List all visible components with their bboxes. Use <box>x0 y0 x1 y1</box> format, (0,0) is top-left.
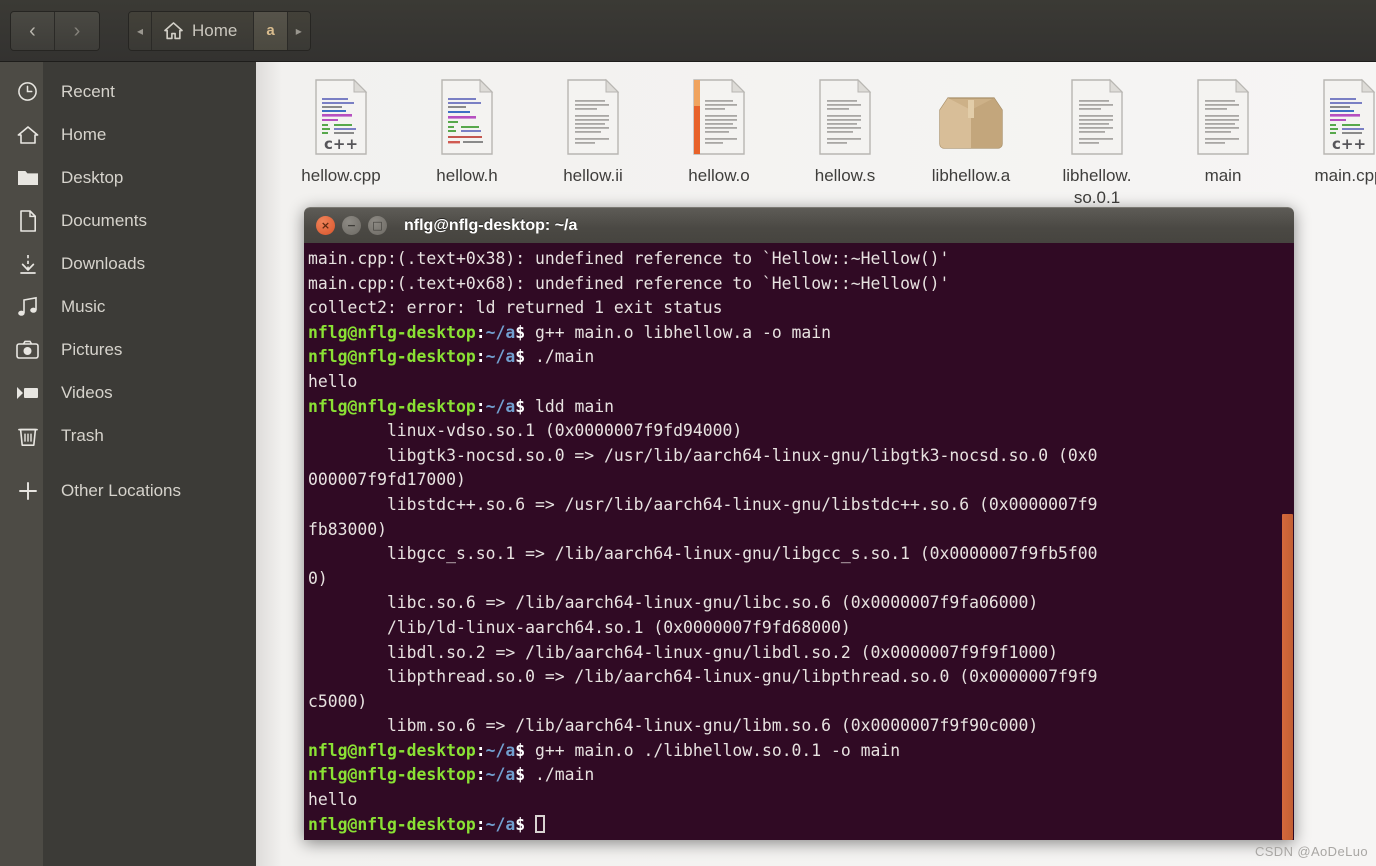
file-item[interactable]: libhellow. so.0.1 <box>1034 76 1160 209</box>
clock-icon <box>12 81 43 102</box>
terminal-title-label: nflg@nflg-desktop: ~/a <box>404 216 578 234</box>
sidebar-item-downloads[interactable]: Downloads <box>0 242 256 285</box>
folder-icon <box>12 168 43 187</box>
navigation-buttons: ‹ › <box>10 10 100 51</box>
file-name-label: libhellow.a <box>931 166 1011 185</box>
sidebar-item-label: Documents <box>61 210 147 230</box>
terminal-window[interactable]: × − □ nflg@nflg-desktop: ~/a main.cpp:(.… <box>304 207 1294 840</box>
executable-file-icon <box>1192 76 1254 156</box>
camera-icon <box>12 340 43 359</box>
cpp-source-file-icon: c++ <box>1318 76 1376 156</box>
file-manager-headerbar: ‹ › ◂ Home a ▸ <box>0 0 1376 62</box>
sidebar-item-pictures[interactable]: Pictures <box>0 328 256 371</box>
path-scroll-left-button[interactable]: ◂ <box>129 11 153 50</box>
sidebar-item-other-locations[interactable]: Other Locations <box>0 469 256 512</box>
file-item[interactable]: hellow.s <box>782 76 908 209</box>
sidebar-item-label: Videos <box>61 382 113 402</box>
download-icon <box>12 253 43 275</box>
terminal-scrollbar[interactable] <box>1280 243 1294 840</box>
breadcrumb-home-label: Home <box>192 20 238 40</box>
breadcrumb: ◂ Home a ▸ <box>128 10 311 51</box>
terminal-titlebar: × − □ nflg@nflg-desktop: ~/a <box>304 207 1294 243</box>
file-name-label: hellow.ii <box>563 166 623 185</box>
sidebar-item-videos[interactable]: Videos <box>0 371 256 414</box>
sidebar-item-label: Desktop <box>61 167 124 187</box>
desktop-screen: ‹ › ◂ Home a ▸ Recent Home Desktop Docum… <box>0 0 1376 866</box>
breadcrumb-item-home[interactable]: Home <box>152 11 255 50</box>
sidebar-places-list: Recent Home Desktop Documents Downloads … <box>0 62 256 512</box>
sidebar-item-label: Pictures <box>61 339 123 359</box>
file-item[interactable]: main <box>1160 76 1286 209</box>
sidebar-item-music[interactable]: Music <box>0 285 256 328</box>
video-icon <box>12 385 43 401</box>
music-icon <box>12 296 43 317</box>
file-icon-grid: c++ hellow.cpp hellow.h hellow.ii hellow… <box>256 62 1376 209</box>
sidebar-item-label: Downloads <box>61 253 146 273</box>
file-name-label: main.cpp <box>1314 166 1376 185</box>
file-item[interactable]: hellow.ii <box>530 76 656 209</box>
trash-icon <box>12 425 43 447</box>
terminal-output: main.cpp:(.text+0x38): undefined referen… <box>308 249 1098 834</box>
sidebar-item-label: Trash <box>61 425 104 445</box>
file-item[interactable]: c++ hellow.cpp <box>278 76 404 209</box>
sidebar-item-desktop[interactable]: Desktop <box>0 156 256 199</box>
file-name-label: hellow.s <box>814 166 876 185</box>
file-name-label: hellow.o <box>688 166 750 185</box>
minimize-icon[interactable]: − <box>342 216 361 235</box>
home-icon <box>12 125 43 145</box>
breadcrumb-item-a[interactable]: a <box>254 11 288 50</box>
file-item[interactable]: libhellow.a <box>908 76 1034 209</box>
file-name-label: libhellow. so.0.1 <box>1062 166 1132 207</box>
plus-icon <box>12 480 43 502</box>
path-scroll-right-button[interactable]: ▸ <box>287 11 310 50</box>
svg-text:c++: c++ <box>1332 135 1366 153</box>
close-icon[interactable]: × <box>316 216 335 235</box>
shared-library-file-icon <box>1066 76 1128 156</box>
file-item[interactable]: hellow.h <box>404 76 530 209</box>
terminal-scrollbar-thumb[interactable] <box>1282 514 1293 840</box>
c-header-file-icon <box>436 76 498 156</box>
sidebar: Recent Home Desktop Documents Downloads … <box>0 62 256 866</box>
assembly-file-icon <box>814 76 876 156</box>
file-name-label: main <box>1204 166 1242 185</box>
text-file-icon <box>562 76 624 156</box>
sidebar-item-label: Other Locations <box>61 480 182 500</box>
file-item[interactable]: hellow.o <box>656 76 782 209</box>
sidebar-item-recent[interactable]: Recent <box>0 70 256 113</box>
forward-button[interactable]: › <box>55 11 99 50</box>
sidebar-item-label: Home <box>61 124 107 144</box>
sidebar-item-label: Music <box>61 296 106 316</box>
sidebar-item-documents[interactable]: Documents <box>0 199 256 242</box>
sidebar-item-label: Recent <box>61 81 115 101</box>
file-name-label: hellow.h <box>436 166 498 185</box>
back-button[interactable]: ‹ <box>11 11 55 50</box>
archive-package-icon <box>934 76 1008 156</box>
maximize-icon[interactable]: □ <box>368 216 387 235</box>
sidebar-item-trash[interactable]: Trash <box>0 414 256 457</box>
object-file-icon <box>688 76 750 156</box>
terminal-body[interactable]: main.cpp:(.text+0x38): undefined referen… <box>304 243 1294 840</box>
svg-text:c++: c++ <box>324 135 358 153</box>
watermark: CSDN @AoDeLuo <box>1254 844 1368 859</box>
sidebar-item-home[interactable]: Home <box>0 113 256 156</box>
cpp-source-file-icon: c++ <box>310 76 372 156</box>
document-icon <box>12 209 43 232</box>
file-item[interactable]: c++ main.cpp <box>1286 76 1376 209</box>
file-name-label: hellow.cpp <box>301 166 381 185</box>
home-icon <box>164 21 183 40</box>
